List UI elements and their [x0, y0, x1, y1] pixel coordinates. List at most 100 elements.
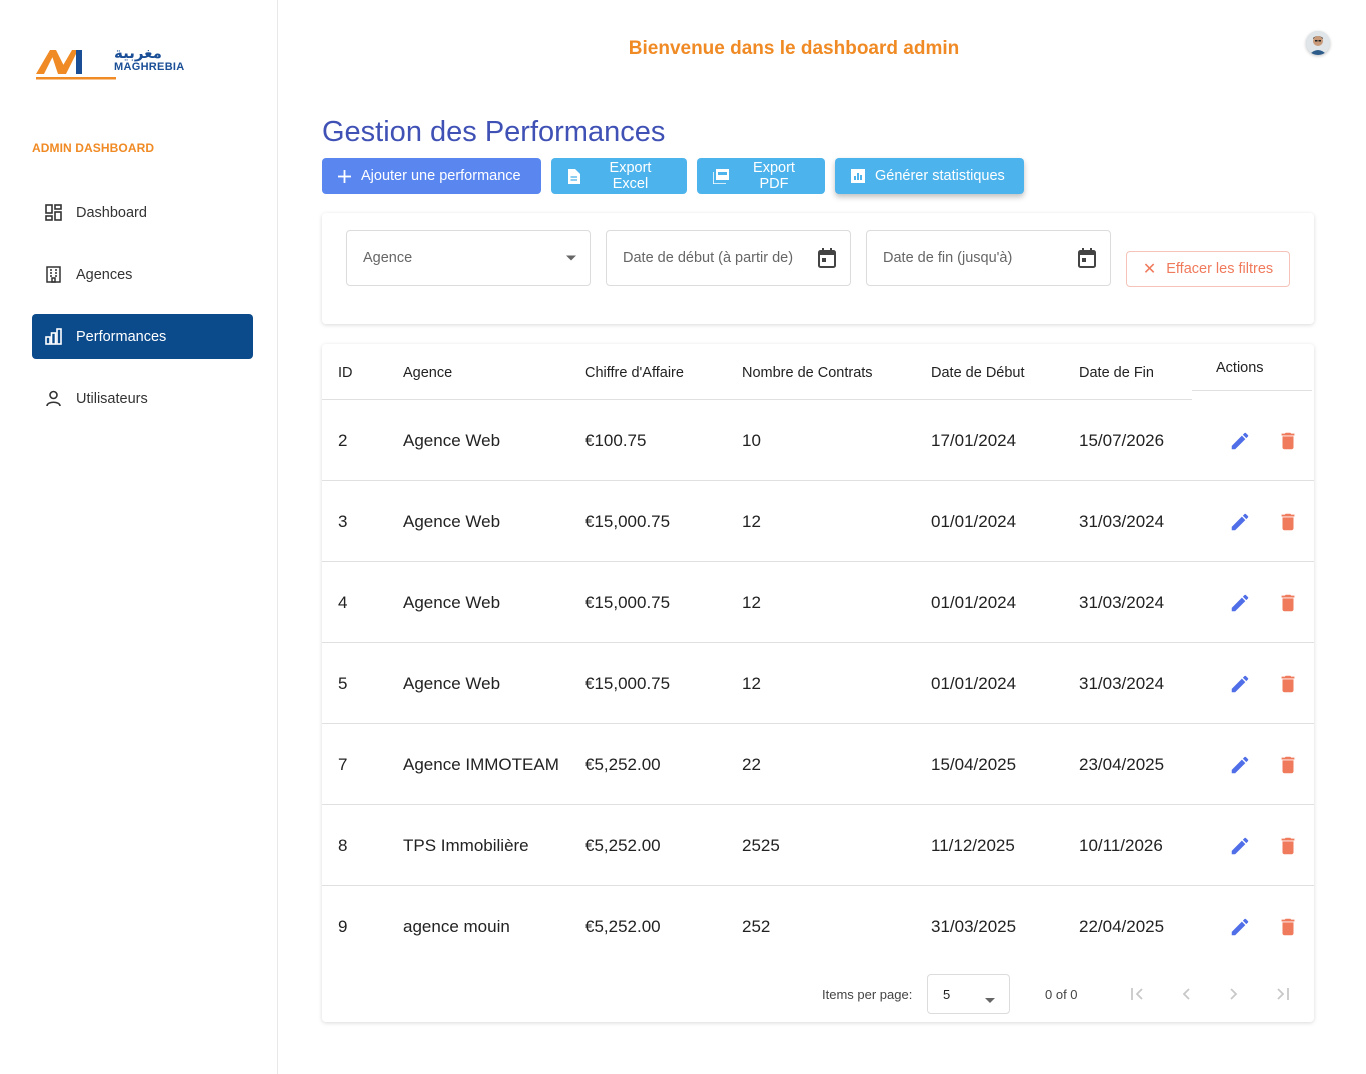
cell-agence: TPS Immobilière — [403, 836, 529, 855]
sidebar-item-label: Agences — [76, 266, 133, 283]
cell-agence: Agence IMMOTEAM — [403, 755, 559, 774]
paginator: Items per page: 5 0 of 0 — [322, 974, 1314, 1014]
header-date-debut[interactable]: Date de Début — [931, 365, 1025, 381]
table-row: 9 agence mouin €5,252.00 252 31/03/2025 … — [322, 886, 1314, 967]
cell-agence: Agence Web — [403, 431, 501, 450]
cell-id: 4 — [338, 593, 348, 612]
agence-select[interactable]: Agence — [346, 230, 591, 286]
edit-icon[interactable] — [1229, 835, 1251, 857]
clear-filters-button[interactable]: ✕ Effacer les filtres — [1126, 251, 1290, 287]
cell-date-fin: 22/04/2025 — [1079, 917, 1165, 936]
table-row: 5 Agence Web €15,000.75 12 01/01/2024 31… — [322, 643, 1314, 724]
cell-agence: Agence Web — [403, 512, 501, 531]
page-size-value: 5 — [943, 986, 951, 1002]
cell-id: 2 — [338, 431, 348, 450]
delete-icon[interactable] — [1277, 673, 1299, 695]
export-pdf-button[interactable]: Export PDF — [697, 158, 825, 194]
previous-page-icon[interactable] — [1174, 982, 1198, 1006]
cell-agence: Agence Web — [403, 674, 501, 693]
header-nombre-contrats[interactable]: Nombre de Contrats — [742, 365, 873, 381]
edit-icon[interactable] — [1229, 430, 1251, 452]
calendar-icon[interactable] — [1078, 248, 1096, 268]
dashboard-icon — [44, 204, 62, 222]
cell-agence: agence mouin — [403, 917, 510, 936]
avatar-image-icon — [1306, 31, 1330, 55]
agence-select-placeholder: Agence — [363, 250, 413, 266]
cell-date-fin: 31/03/2024 — [1079, 512, 1165, 531]
sidebar-nav: Dashboard Agences Performances Utilisate… — [32, 190, 253, 438]
items-per-page-label: Items per page: — [822, 987, 913, 1002]
cell-date-fin: 31/03/2024 — [1079, 674, 1165, 693]
cell-date-debut: 01/01/2024 — [931, 674, 1017, 693]
export-excel-button[interactable]: Export Excel — [551, 158, 687, 194]
add-performance-button[interactable]: Ajouter une performance — [322, 158, 541, 194]
header-id[interactable]: ID — [338, 365, 353, 381]
sidebar: مغربية MAGHREBIA ADMIN DASHBOARD Dashboa… — [0, 0, 278, 1074]
logo-latin-text: MAGHREBIA — [114, 61, 185, 73]
cell-nombre-contrats: 10 — [742, 431, 761, 450]
header-agence[interactable]: Agence — [403, 365, 452, 381]
dropdown-arrow-icon — [566, 255, 576, 261]
cell-chiffre-affaire: €100.75 — [585, 431, 647, 450]
cell-date-debut: 11/12/2025 — [931, 836, 1015, 855]
header-date-fin[interactable]: Date de Fin — [1079, 365, 1154, 381]
edit-icon[interactable] — [1229, 511, 1251, 533]
clear-filters-label: Effacer les filtres — [1166, 261, 1274, 277]
delete-icon[interactable] — [1277, 835, 1299, 857]
avatar[interactable] — [1306, 31, 1330, 55]
close-icon: ✕ — [1142, 261, 1157, 278]
calendar-icon[interactable] — [818, 248, 836, 268]
last-page-icon[interactable] — [1270, 982, 1294, 1006]
cell-id: 9 — [338, 917, 348, 936]
delete-icon[interactable] — [1277, 592, 1299, 614]
cell-nombre-contrats: 12 — [742, 512, 761, 531]
cell-nombre-contrats: 12 — [742, 593, 761, 612]
start-date-placeholder: Date de début (à partir de) — [623, 250, 794, 266]
page-title: Gestion des Performances — [322, 116, 666, 148]
cell-date-debut: 01/01/2024 — [931, 593, 1017, 612]
edit-icon[interactable] — [1229, 592, 1251, 614]
table-header: ID Agence Chiffre d'Affaire Nombre de Co… — [322, 344, 1314, 400]
next-page-icon[interactable] — [1222, 982, 1246, 1006]
action-toolbar: Ajouter une performance Export Excel Exp… — [322, 158, 1034, 194]
end-date-placeholder: Date de fin (jusqu'à) — [883, 250, 1013, 266]
edit-icon[interactable] — [1229, 754, 1251, 776]
add-performance-label: Ajouter une performance — [361, 168, 521, 184]
maghrebia-logo[interactable]: مغربية MAGHREBIA — [36, 44, 226, 82]
delete-icon[interactable] — [1277, 430, 1299, 452]
file-icon — [567, 168, 580, 184]
cell-chiffre-affaire: €5,252.00 — [585, 755, 661, 774]
table-row: 7 Agence IMMOTEAM €5,252.00 22 15/04/202… — [322, 724, 1314, 805]
table-row: 3 Agence Web €15,000.75 12 01/01/2024 31… — [322, 481, 1314, 562]
cell-date-fin: 10/11/2026 — [1079, 836, 1163, 855]
cell-nombre-contrats: 22 — [742, 755, 761, 774]
header-chiffre-affaire[interactable]: Chiffre d'Affaire — [585, 365, 684, 381]
cell-date-debut: 31/03/2025 — [931, 917, 1017, 936]
table-row: 2 Agence Web €100.75 10 17/01/2024 15/07… — [322, 400, 1314, 481]
generate-stats-button[interactable]: Générer statistiques — [835, 158, 1024, 194]
delete-icon[interactable] — [1277, 916, 1299, 938]
delete-icon[interactable] — [1277, 754, 1299, 776]
building-icon — [44, 266, 62, 284]
edit-icon[interactable] — [1229, 673, 1251, 695]
cell-agence: Agence Web — [403, 593, 501, 612]
welcome-message: Bienvenue dans le dashboard admin — [628, 38, 960, 59]
cell-nombre-contrats: 2525 — [742, 836, 780, 855]
performances-table: ID Agence Chiffre d'Affaire Nombre de Co… — [322, 344, 1314, 1022]
sidebar-item-dashboard[interactable]: Dashboard — [32, 190, 253, 235]
delete-icon[interactable] — [1277, 511, 1299, 533]
cell-id: 8 — [338, 836, 348, 855]
start-date-field[interactable]: Date de début (à partir de) — [606, 230, 851, 286]
sidebar-item-agences[interactable]: Agences — [32, 252, 253, 297]
header-divider — [1192, 390, 1312, 391]
end-date-field[interactable]: Date de fin (jusqu'à) — [866, 230, 1111, 286]
page-size-select[interactable]: 5 — [927, 974, 1010, 1014]
cell-chiffre-affaire: €15,000.75 — [585, 512, 671, 531]
cell-chiffre-affaire: €15,000.75 — [585, 593, 671, 612]
edit-icon[interactable] — [1229, 916, 1251, 938]
sidebar-item-utilisateurs[interactable]: Utilisateurs — [32, 376, 253, 421]
cell-chiffre-affaire: €5,252.00 — [585, 917, 661, 936]
cell-date-fin: 15/07/2026 — [1079, 431, 1165, 450]
sidebar-item-performances[interactable]: Performances — [32, 314, 253, 359]
first-page-icon[interactable] — [1126, 982, 1150, 1006]
